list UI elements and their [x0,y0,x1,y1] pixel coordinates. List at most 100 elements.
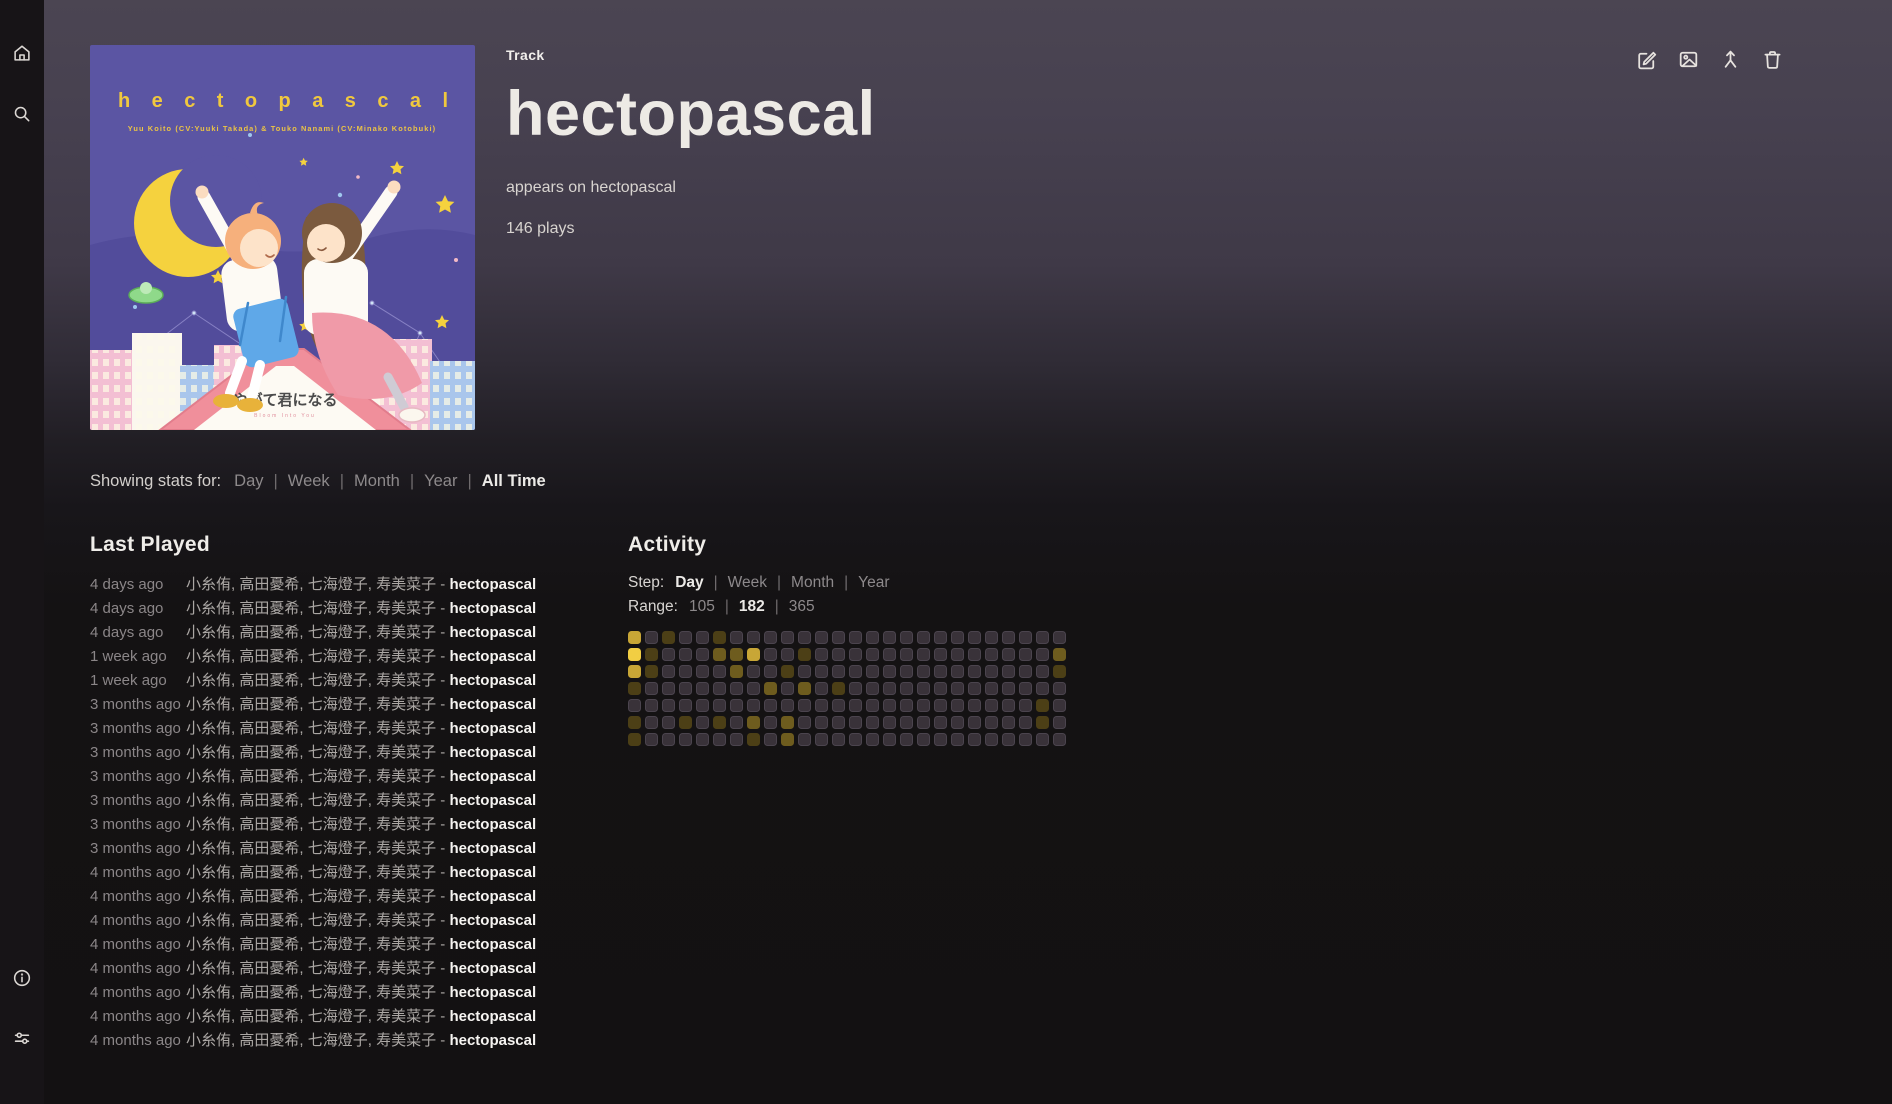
activity-cell[interactable] [900,665,913,678]
activity-cell[interactable] [1002,699,1015,712]
activity-cell[interactable] [764,682,777,695]
activity-cell[interactable] [815,699,828,712]
track-link[interactable]: hectopascal [449,840,536,857]
activity-cell[interactable] [798,716,811,729]
activity-cell[interactable] [832,648,845,661]
activity-cell[interactable] [934,648,947,661]
activity-cell[interactable] [934,733,947,746]
activity-cell[interactable] [968,733,981,746]
track-link[interactable]: hectopascal [449,792,536,809]
play-time-link[interactable]: 3 months ago [90,813,186,837]
track-link[interactable]: hectopascal [449,576,536,593]
activity-cell[interactable] [747,648,760,661]
play-time-link[interactable]: 3 months ago [90,693,186,717]
activity-cell[interactable] [951,682,964,695]
activity-cell[interactable] [645,699,658,712]
activity-cell[interactable] [747,665,760,678]
activity-cell[interactable] [985,733,998,746]
activity-cell[interactable] [798,631,811,644]
artist-link[interactable]: 高田憂希 [239,720,299,737]
activity-cell[interactable] [832,665,845,678]
activity-cell[interactable] [985,682,998,695]
artist-link[interactable]: 七海燈子 [308,624,368,641]
activity-cell[interactable] [798,648,811,661]
activity-cell[interactable] [679,682,692,695]
activity-cell[interactable] [798,733,811,746]
activity-cell[interactable] [1019,716,1032,729]
activity-cell[interactable] [832,631,845,644]
activity-cell[interactable] [832,699,845,712]
activity-cell[interactable] [883,631,896,644]
artist-link[interactable]: 寿美菜子 [376,624,436,641]
activity-cell[interactable] [934,631,947,644]
activity-cell[interactable] [1053,648,1066,661]
track-link[interactable]: hectopascal [449,768,536,785]
artist-link[interactable]: 寿美菜子 [376,648,436,665]
activity-cell[interactable] [747,733,760,746]
activity-cell[interactable] [713,648,726,661]
activity-cell[interactable] [849,733,862,746]
activity-cell[interactable] [951,648,964,661]
activity-cell[interactable] [866,716,879,729]
activity-cell[interactable] [900,733,913,746]
activity-cell[interactable] [968,631,981,644]
artist-link[interactable]: 寿美菜子 [376,600,436,617]
artist-link[interactable]: 高田憂希 [239,912,299,929]
activity-cell[interactable] [628,699,641,712]
play-time-link[interactable]: 3 months ago [90,741,186,765]
track-link[interactable]: hectopascal [449,960,536,977]
play-time-link[interactable]: 4 months ago [90,885,186,909]
artist-link[interactable]: 小糸侑 [186,672,231,689]
artist-link[interactable]: 小糸侑 [186,864,231,881]
artist-link[interactable]: 高田憂希 [239,1008,299,1025]
stats-option-day[interactable]: Day [234,472,263,490]
activity-cell[interactable] [679,665,692,678]
artist-link[interactable]: 高田憂希 [239,840,299,857]
appears-on-album-link[interactable]: hectopascal [591,179,676,196]
artist-link[interactable]: 寿美菜子 [376,744,436,761]
activity-cell[interactable] [832,733,845,746]
artist-link[interactable]: 高田憂希 [239,936,299,953]
activity-cell[interactable] [730,716,743,729]
artist-link[interactable]: 七海燈子 [308,576,368,593]
artist-link[interactable]: 小糸侑 [186,792,231,809]
artist-link[interactable]: 七海燈子 [308,672,368,689]
artist-link[interactable]: 小糸侑 [186,648,231,665]
artist-link[interactable]: 寿美菜子 [376,720,436,737]
activity-cell[interactable] [662,648,675,661]
activity-cell[interactable] [1036,682,1049,695]
activity-cell[interactable] [849,716,862,729]
track-link[interactable]: hectopascal [449,936,536,953]
artist-link[interactable]: 寿美菜子 [376,768,436,785]
activity-cell[interactable] [866,682,879,695]
activity-cell[interactable] [1053,631,1066,644]
activity-cell[interactable] [679,648,692,661]
activity-cell[interactable] [628,648,641,661]
activity-cell[interactable] [696,648,709,661]
activity-cell[interactable] [764,648,777,661]
activity-cell[interactable] [849,665,862,678]
activity-cell[interactable] [1002,665,1015,678]
artist-link[interactable]: 七海燈子 [308,792,368,809]
artist-link[interactable]: 小糸侑 [186,600,231,617]
activity-cell[interactable] [747,716,760,729]
activity-cell[interactable] [679,699,692,712]
activity-cell[interactable] [1036,648,1049,661]
activity-cell[interactable] [934,699,947,712]
activity-cell[interactable] [1019,665,1032,678]
play-time-link[interactable]: 4 months ago [90,909,186,933]
activity-cell[interactable] [713,682,726,695]
range-option-105[interactable]: 105 [689,598,715,615]
activity-cell[interactable] [696,699,709,712]
activity-cell[interactable] [662,682,675,695]
activity-cell[interactable] [832,682,845,695]
activity-cell[interactable] [1019,682,1032,695]
activity-cell[interactable] [917,699,930,712]
activity-cell[interactable] [866,665,879,678]
artist-link[interactable]: 高田憂希 [239,864,299,881]
artist-link[interactable]: 高田憂希 [239,816,299,833]
artist-link[interactable]: 高田憂希 [239,888,299,905]
track-link[interactable]: hectopascal [449,744,536,761]
artist-link[interactable]: 小糸侑 [186,912,231,929]
activity-cell[interactable] [781,648,794,661]
